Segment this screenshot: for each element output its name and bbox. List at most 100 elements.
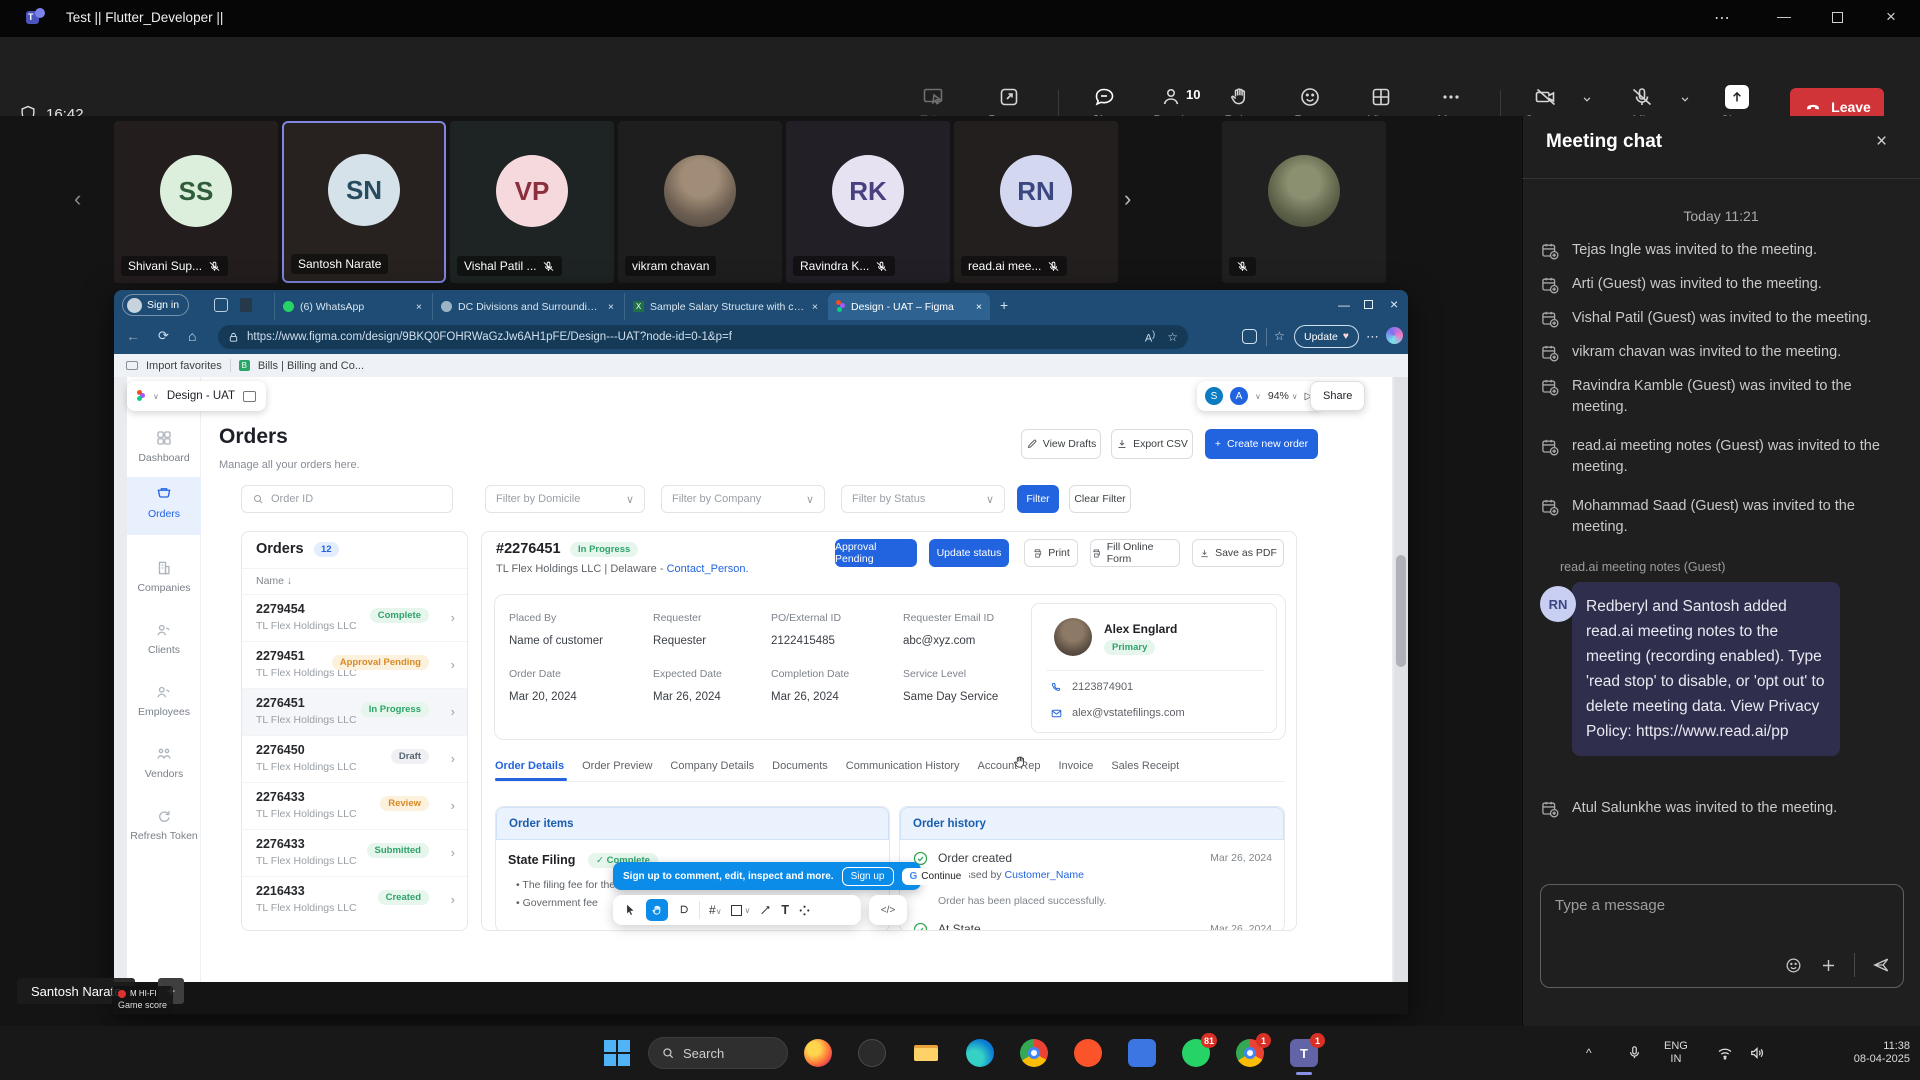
participant-tile-active-speaker[interactable]: SN Santosh Narate: [282, 121, 446, 283]
frame-tool-icon[interactable]: #∨: [709, 903, 722, 917]
create-new-order-button[interactable]: +Create new order: [1205, 429, 1318, 459]
view-drafts-button[interactable]: View Drafts: [1021, 429, 1101, 459]
tab-dc-divisions[interactable]: DC Divisions and Surroundings ×: [432, 293, 622, 320]
contact-phone[interactable]: 2123874901: [1072, 681, 1133, 693]
participant-tile[interactable]: SS Shivani Sup...: [114, 121, 278, 283]
approval-pending-button[interactable]: Approval Pending: [835, 539, 917, 567]
browser-update-button[interactable]: Update♥: [1294, 325, 1359, 348]
sidebar-item-employees[interactable]: Employees: [127, 683, 201, 718]
chat-input-box[interactable]: Type a message: [1540, 884, 1904, 988]
participant-tile[interactable]: RN read.ai mee...: [954, 121, 1118, 283]
figma-signup-button[interactable]: Sign up: [842, 867, 894, 886]
tab-close-icon[interactable]: ×: [608, 301, 614, 313]
order-row[interactable]: 2279454TL Flex Holdings LLC Complete›: [242, 594, 467, 641]
order-row[interactable]: 2216433TL Flex Holdings LLC Created›: [242, 876, 467, 923]
tab-order-preview[interactable]: Order Preview: [582, 760, 652, 772]
workspaces-icon[interactable]: [214, 298, 228, 312]
tab-invoice[interactable]: Invoice: [1058, 760, 1093, 772]
chevron-down-icon[interactable]: ∨: [153, 392, 159, 401]
camera-chevron-icon[interactable]: [1580, 92, 1594, 106]
strip-scroll-right-icon[interactable]: ›: [1124, 186, 1131, 212]
collaborator-avatar[interactable]: S: [1205, 387, 1223, 405]
participant-tile[interactable]: vikram chavan: [618, 121, 782, 283]
layout-panel-icon[interactable]: [243, 391, 256, 402]
tab-close-icon[interactable]: ×: [976, 301, 982, 313]
figma-share-button[interactable]: Share: [1310, 381, 1365, 411]
brave-icon[interactable]: [1074, 1039, 1102, 1067]
order-row[interactable]: 2279451TL Flex Holdings LLC Approval Pen…: [242, 641, 467, 688]
whatsapp-icon[interactable]: 81: [1182, 1039, 1210, 1067]
tab-sales-receipt[interactable]: Sales Receipt: [1111, 760, 1179, 772]
home-icon[interactable]: ⌂: [188, 328, 196, 344]
tray-mic-icon[interactable]: [1626, 1044, 1643, 1061]
participant-tile[interactable]: RK Ravindra K...: [786, 121, 950, 283]
tab-close-icon[interactable]: ×: [812, 301, 818, 313]
filter-company-select[interactable]: Filter by Company∨: [661, 485, 825, 513]
google-continue-button[interactable]: G Continue: [902, 868, 970, 885]
attach-plus-icon[interactable]: [1819, 956, 1838, 975]
taskbar-search-box[interactable]: Search: [648, 1037, 788, 1069]
tab-figma-active[interactable]: Design - UAT – Figma ×: [828, 293, 990, 320]
tray-chevron-icon[interactable]: ^: [1586, 1046, 1592, 1060]
figma-logo-icon[interactable]: [137, 390, 145, 402]
order-row[interactable]: 2276450TL Flex Holdings LLC Draft›: [242, 735, 467, 782]
sidebar-item-dashboard[interactable]: Dashboard: [127, 429, 201, 464]
column-name[interactable]: Name ↓: [256, 575, 292, 587]
save-as-pdf-button[interactable]: Save as PDF: [1192, 539, 1284, 567]
extensions-icon[interactable]: [1242, 329, 1257, 344]
read-aloud-icon[interactable]: A): [1145, 329, 1155, 345]
copilot-icon[interactable]: [1386, 327, 1403, 344]
dev-mode-toggle[interactable]: </>: [869, 895, 907, 925]
move-tool-icon[interactable]: [623, 903, 637, 917]
titlebar-more-icon[interactable]: ⋯: [1714, 8, 1730, 28]
sidebar-item-refresh-token[interactable]: Refresh Token: [127, 807, 201, 842]
order-id-search-input[interactable]: Order ID: [241, 485, 453, 513]
strip-scroll-left-icon[interactable]: ‹: [74, 186, 81, 212]
scrollbar-thumb[interactable]: [1396, 555, 1406, 667]
zoom-level[interactable]: 94% ∨: [1268, 390, 1298, 402]
bookmark-bills[interactable]: Bills | Billing and Co...: [258, 360, 364, 372]
browser-profile-button[interactable]: Sign in: [122, 294, 189, 316]
tab-whatsapp[interactable]: (6) WhatsApp ×: [274, 293, 430, 320]
new-tab-icon[interactable]: +: [1000, 297, 1008, 313]
mic-chevron-icon[interactable]: [1678, 92, 1692, 106]
tab-salary-sheet[interactable]: X Sample Salary Structure with calc ×: [624, 293, 826, 320]
bookmark-import-favorites[interactable]: Import favorites: [146, 360, 222, 372]
sidebar-item-clients[interactable]: Clients: [127, 621, 201, 656]
browser-close-icon[interactable]: ×: [1390, 296, 1398, 312]
chrome-icon[interactable]: [1020, 1039, 1048, 1067]
chrome-profile-icon[interactable]: 1: [1236, 1039, 1264, 1067]
chevron-down-icon[interactable]: ∨: [1255, 392, 1261, 401]
vertical-tabs-icon[interactable]: [240, 298, 252, 312]
fill-online-form-button[interactable]: Fill Online Form: [1090, 539, 1180, 567]
text-tool-icon[interactable]: T: [781, 903, 789, 917]
favorites-bar-icon[interactable]: ☆: [1274, 329, 1285, 343]
order-row-selected[interactable]: 2276451TL Flex Holdings LLC In Progress›: [242, 688, 467, 735]
tab-company-details[interactable]: Company Details: [670, 760, 754, 772]
start-button[interactable]: [604, 1040, 630, 1066]
sidebar-item-companies[interactable]: Companies: [127, 559, 201, 594]
emoji-icon[interactable]: [1784, 956, 1803, 975]
order-row[interactable]: 2276433TL Flex Holdings LLC Review›: [242, 782, 467, 829]
tray-language[interactable]: ENGIN: [1664, 1040, 1688, 1066]
minimize-icon[interactable]: —: [1777, 8, 1791, 24]
filter-domicile-select[interactable]: Filter by Domicile∨: [485, 485, 645, 513]
hand-tool-icon-active[interactable]: [646, 899, 668, 921]
tab-order-details[interactable]: Order Details: [495, 760, 564, 772]
tab-documents[interactable]: Documents: [772, 760, 828, 772]
connector-tool-icon[interactable]: [759, 904, 772, 917]
firefox-icon[interactable]: [804, 1039, 832, 1067]
browser-minimize-icon[interactable]: —: [1338, 298, 1350, 312]
participant-tile[interactable]: [1222, 121, 1386, 283]
filter-status-select[interactable]: Filter by Status∨: [841, 485, 1005, 513]
back-icon[interactable]: ←: [126, 328, 140, 344]
maximize-icon[interactable]: [1832, 12, 1843, 23]
volume-icon[interactable]: [1748, 1044, 1766, 1062]
browser-maximize-icon[interactable]: [1364, 300, 1373, 309]
browser-settings-dots-icon[interactable]: ⋯: [1366, 329, 1379, 345]
participant-tile[interactable]: VP Vishal Patil ...: [450, 121, 614, 283]
contact-email[interactable]: alex@vstatefilings.com: [1072, 707, 1185, 719]
browser-scrollbar[interactable]: [1394, 377, 1408, 982]
close-icon[interactable]: ×: [1886, 7, 1896, 27]
reload-icon[interactable]: ⟳: [158, 328, 169, 344]
